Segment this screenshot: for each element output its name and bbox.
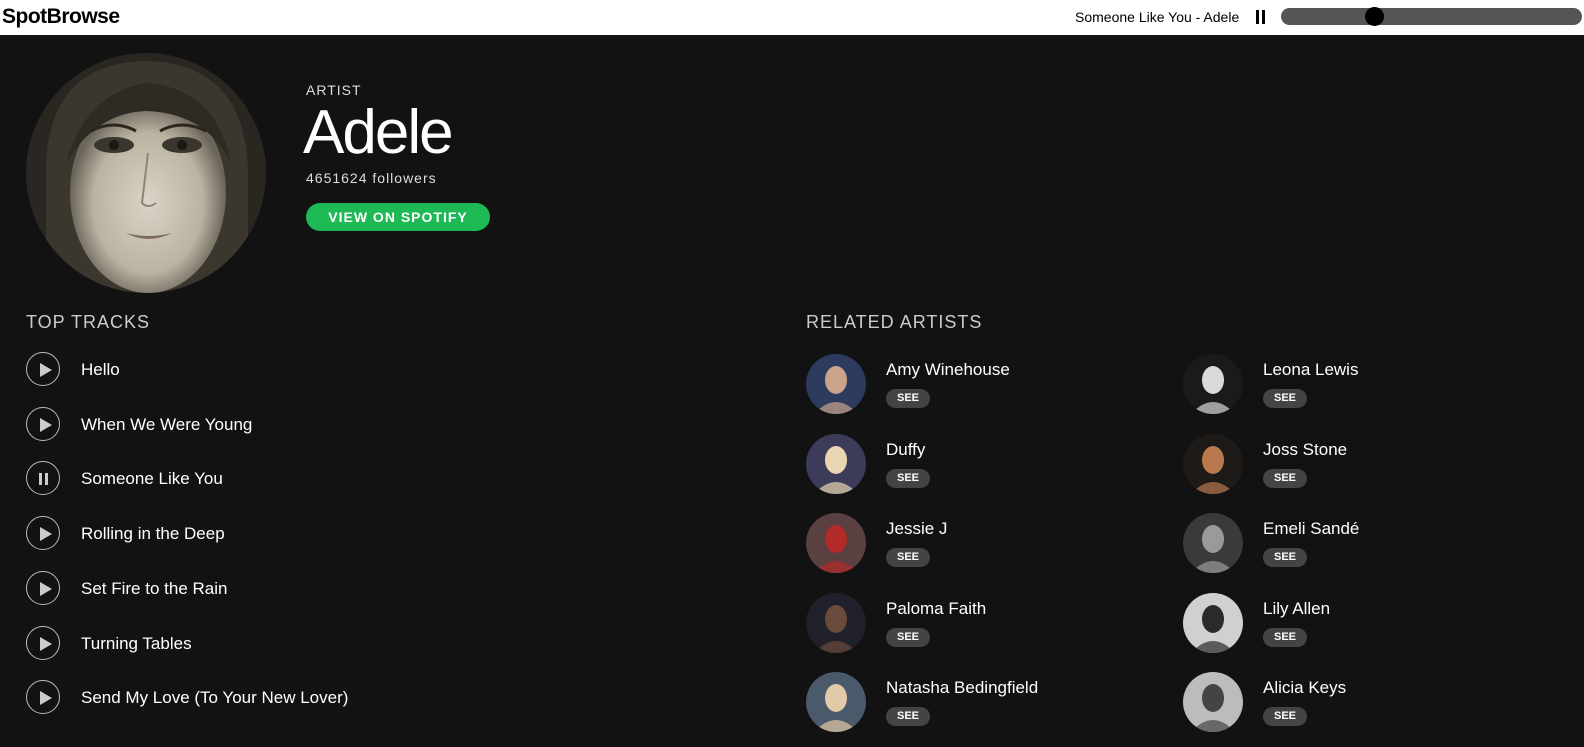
related-artist-item: Alicia Keys SEE: [1183, 672, 1503, 734]
related-artist-name: Alicia Keys: [1263, 678, 1347, 697]
track-title: When We Were Young: [81, 414, 253, 434]
track-row[interactable]: When We Were Young: [26, 406, 526, 443]
artist-type-label: ARTIST: [306, 82, 362, 98]
see-button[interactable]: SEE: [1263, 548, 1307, 567]
artist-avatar[interactable]: [1183, 433, 1243, 494]
artist-avatar: [26, 53, 266, 293]
play-icon[interactable]: [26, 625, 60, 660]
related-artist-item: Jessie J SEE: [806, 513, 1126, 575]
related-artist-name: Natasha Bedingfield: [886, 678, 1039, 697]
track-row[interactable]: Hello: [26, 352, 526, 388]
related-artist-item: Leona Lewis SEE: [1183, 354, 1503, 416]
track-title: Someone Like You: [81, 469, 223, 489]
see-button[interactable]: SEE: [1263, 707, 1307, 726]
track-row[interactable]: Someone Like You: [26, 461, 526, 497]
track-row[interactable]: Set Fire to the Rain: [26, 570, 526, 607]
track-row[interactable]: Rolling in the Deep: [26, 516, 526, 552]
related-artists-heading: RELATED ARTISTS: [806, 312, 983, 332]
track-title: Hello: [81, 360, 120, 379]
app-title[interactable]: SpotBrowse: [2, 5, 120, 29]
related-artist-name: Paloma Faith: [886, 598, 987, 618]
track-title: Set Fire to the Rain: [81, 578, 228, 598]
track-row[interactable]: Turning Tables: [26, 625, 526, 662]
related-artist-name: Lily Allen: [1263, 598, 1331, 618]
pause-icon[interactable]: [1256, 10, 1266, 24]
see-button[interactable]: SEE: [1263, 389, 1307, 408]
see-button[interactable]: SEE: [886, 707, 930, 726]
see-button[interactable]: SEE: [886, 627, 930, 647]
related-artist-name: Jessie J: [886, 519, 948, 538]
play-icon[interactable]: [26, 516, 60, 551]
track-title: Send My Love (To Your New Lover): [81, 688, 349, 708]
followers-count: 4651624 followers: [306, 170, 437, 186]
now-playing-label: Someone Like You - Adele: [1075, 9, 1240, 25]
play-icon[interactable]: [26, 570, 60, 605]
top-bar: SpotBrowse Someone Like You - Adele: [0, 0, 1584, 35]
related-artist-name: Amy Winehouse: [886, 360, 1010, 379]
artist-avatar[interactable]: [806, 592, 866, 653]
view-on-spotify-button[interactable]: VIEW ON SPOTIFY: [306, 203, 490, 231]
progress-knob[interactable]: [1365, 7, 1385, 26]
see-button[interactable]: SEE: [886, 548, 930, 567]
artist-avatar[interactable]: [1183, 354, 1243, 414]
artist-avatar[interactable]: [806, 433, 866, 494]
related-artist-item: Lily Allen SEE: [1183, 592, 1503, 655]
related-artist-item: Natasha Bedingfield SEE: [806, 672, 1126, 734]
artist-avatar[interactable]: [1183, 672, 1243, 732]
track-title: Turning Tables: [81, 633, 192, 653]
track-title: Rolling in the Deep: [81, 524, 225, 544]
related-artist-name: Joss Stone: [1263, 439, 1348, 459]
related-artist-name: Emeli Sandé: [1263, 519, 1360, 538]
artist-avatar[interactable]: [1183, 513, 1243, 573]
artist-avatar[interactable]: [1183, 592, 1243, 653]
track-row[interactable]: Send My Love (To Your New Lover): [26, 680, 526, 716]
artist-avatar[interactable]: [806, 354, 866, 414]
see-button[interactable]: SEE: [1263, 627, 1307, 647]
related-artist-item: Duffy SEE: [806, 433, 1126, 496]
play-icon[interactable]: [26, 406, 60, 441]
progress-bar[interactable]: [1281, 7, 1582, 26]
play-icon[interactable]: [26, 352, 60, 386]
artist-name: Adele: [303, 98, 454, 167]
see-button[interactable]: SEE: [886, 468, 930, 488]
related-artist-item: Paloma Faith SEE: [806, 592, 1126, 655]
top-tracks-heading: TOP TRACKS: [26, 312, 151, 332]
related-artist-item: Emeli Sandé SEE: [1183, 513, 1503, 575]
see-button[interactable]: SEE: [1263, 468, 1307, 488]
related-artist-item: Amy Winehouse SEE: [806, 354, 1126, 416]
pause-icon[interactable]: [26, 461, 60, 496]
artist-avatar[interactable]: [806, 672, 866, 732]
related-artist-name: Leona Lewis: [1263, 360, 1359, 379]
play-icon[interactable]: [26, 680, 60, 715]
see-button[interactable]: SEE: [886, 389, 930, 408]
related-artist-item: Joss Stone SEE: [1183, 433, 1503, 496]
related-artist-name: Duffy: [886, 439, 926, 459]
artist-avatar[interactable]: [806, 513, 866, 573]
